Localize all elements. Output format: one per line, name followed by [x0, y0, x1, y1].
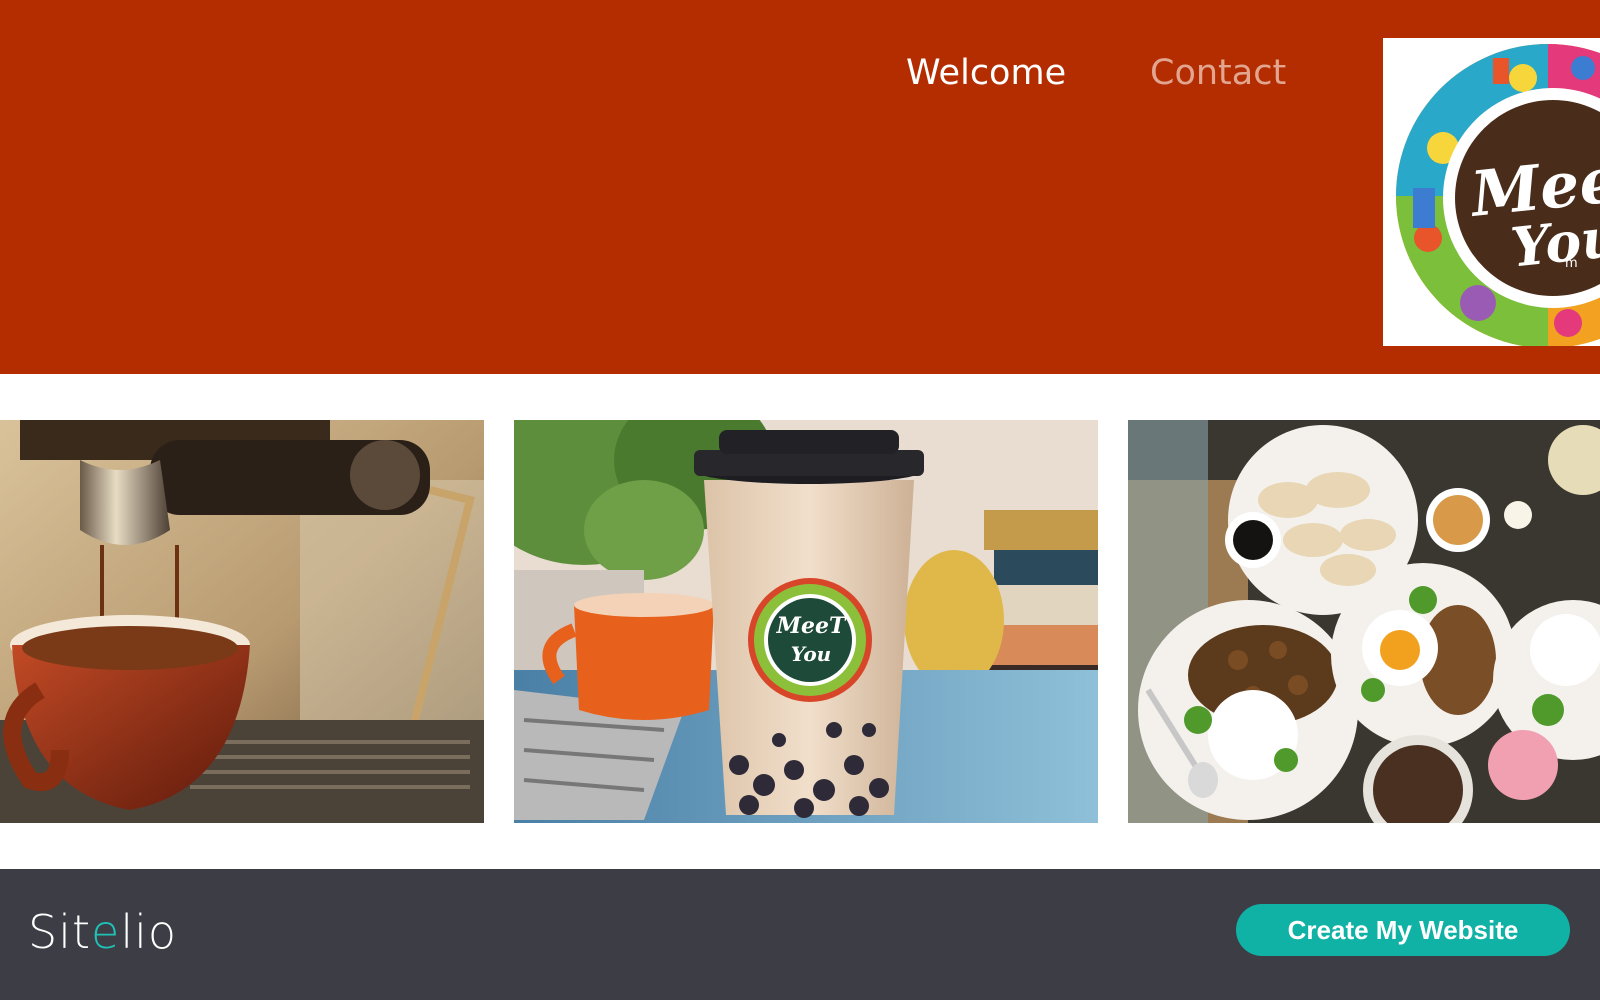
photo-food-spread[interactable] [1128, 420, 1600, 823]
cup-sticker-line2: You [790, 642, 832, 666]
photo-gallery: MeeT You [0, 420, 1600, 823]
site-footer: Sitelio Create My Website [0, 869, 1600, 1000]
create-my-website-button[interactable]: Create My Website [1236, 904, 1570, 956]
brand-text-end: lio [120, 905, 178, 959]
nav-link-welcome[interactable]: Welcome [906, 50, 1066, 96]
photo-bubble-tea[interactable]: MeeT You [514, 420, 1098, 823]
cup-sticker-text: MeeT You [776, 612, 846, 668]
site-header: Welcome Contact MeeT You m [0, 0, 1600, 374]
brand-text-accent: e [91, 905, 121, 959]
nav-link-contact[interactable]: Contact [1150, 50, 1286, 96]
main-nav: Welcome Contact [0, 50, 1300, 100]
photo-espresso[interactable] [0, 420, 484, 823]
logo-text-line2: You [1507, 204, 1600, 280]
brand-text-start: Sit [28, 905, 92, 959]
site-logo[interactable]: MeeT You m [1383, 38, 1600, 346]
sitelio-logo[interactable]: Sitelio [28, 905, 177, 959]
logo-mark: m [1565, 256, 1578, 271]
cup-sticker-line1: MeeT [776, 613, 846, 639]
